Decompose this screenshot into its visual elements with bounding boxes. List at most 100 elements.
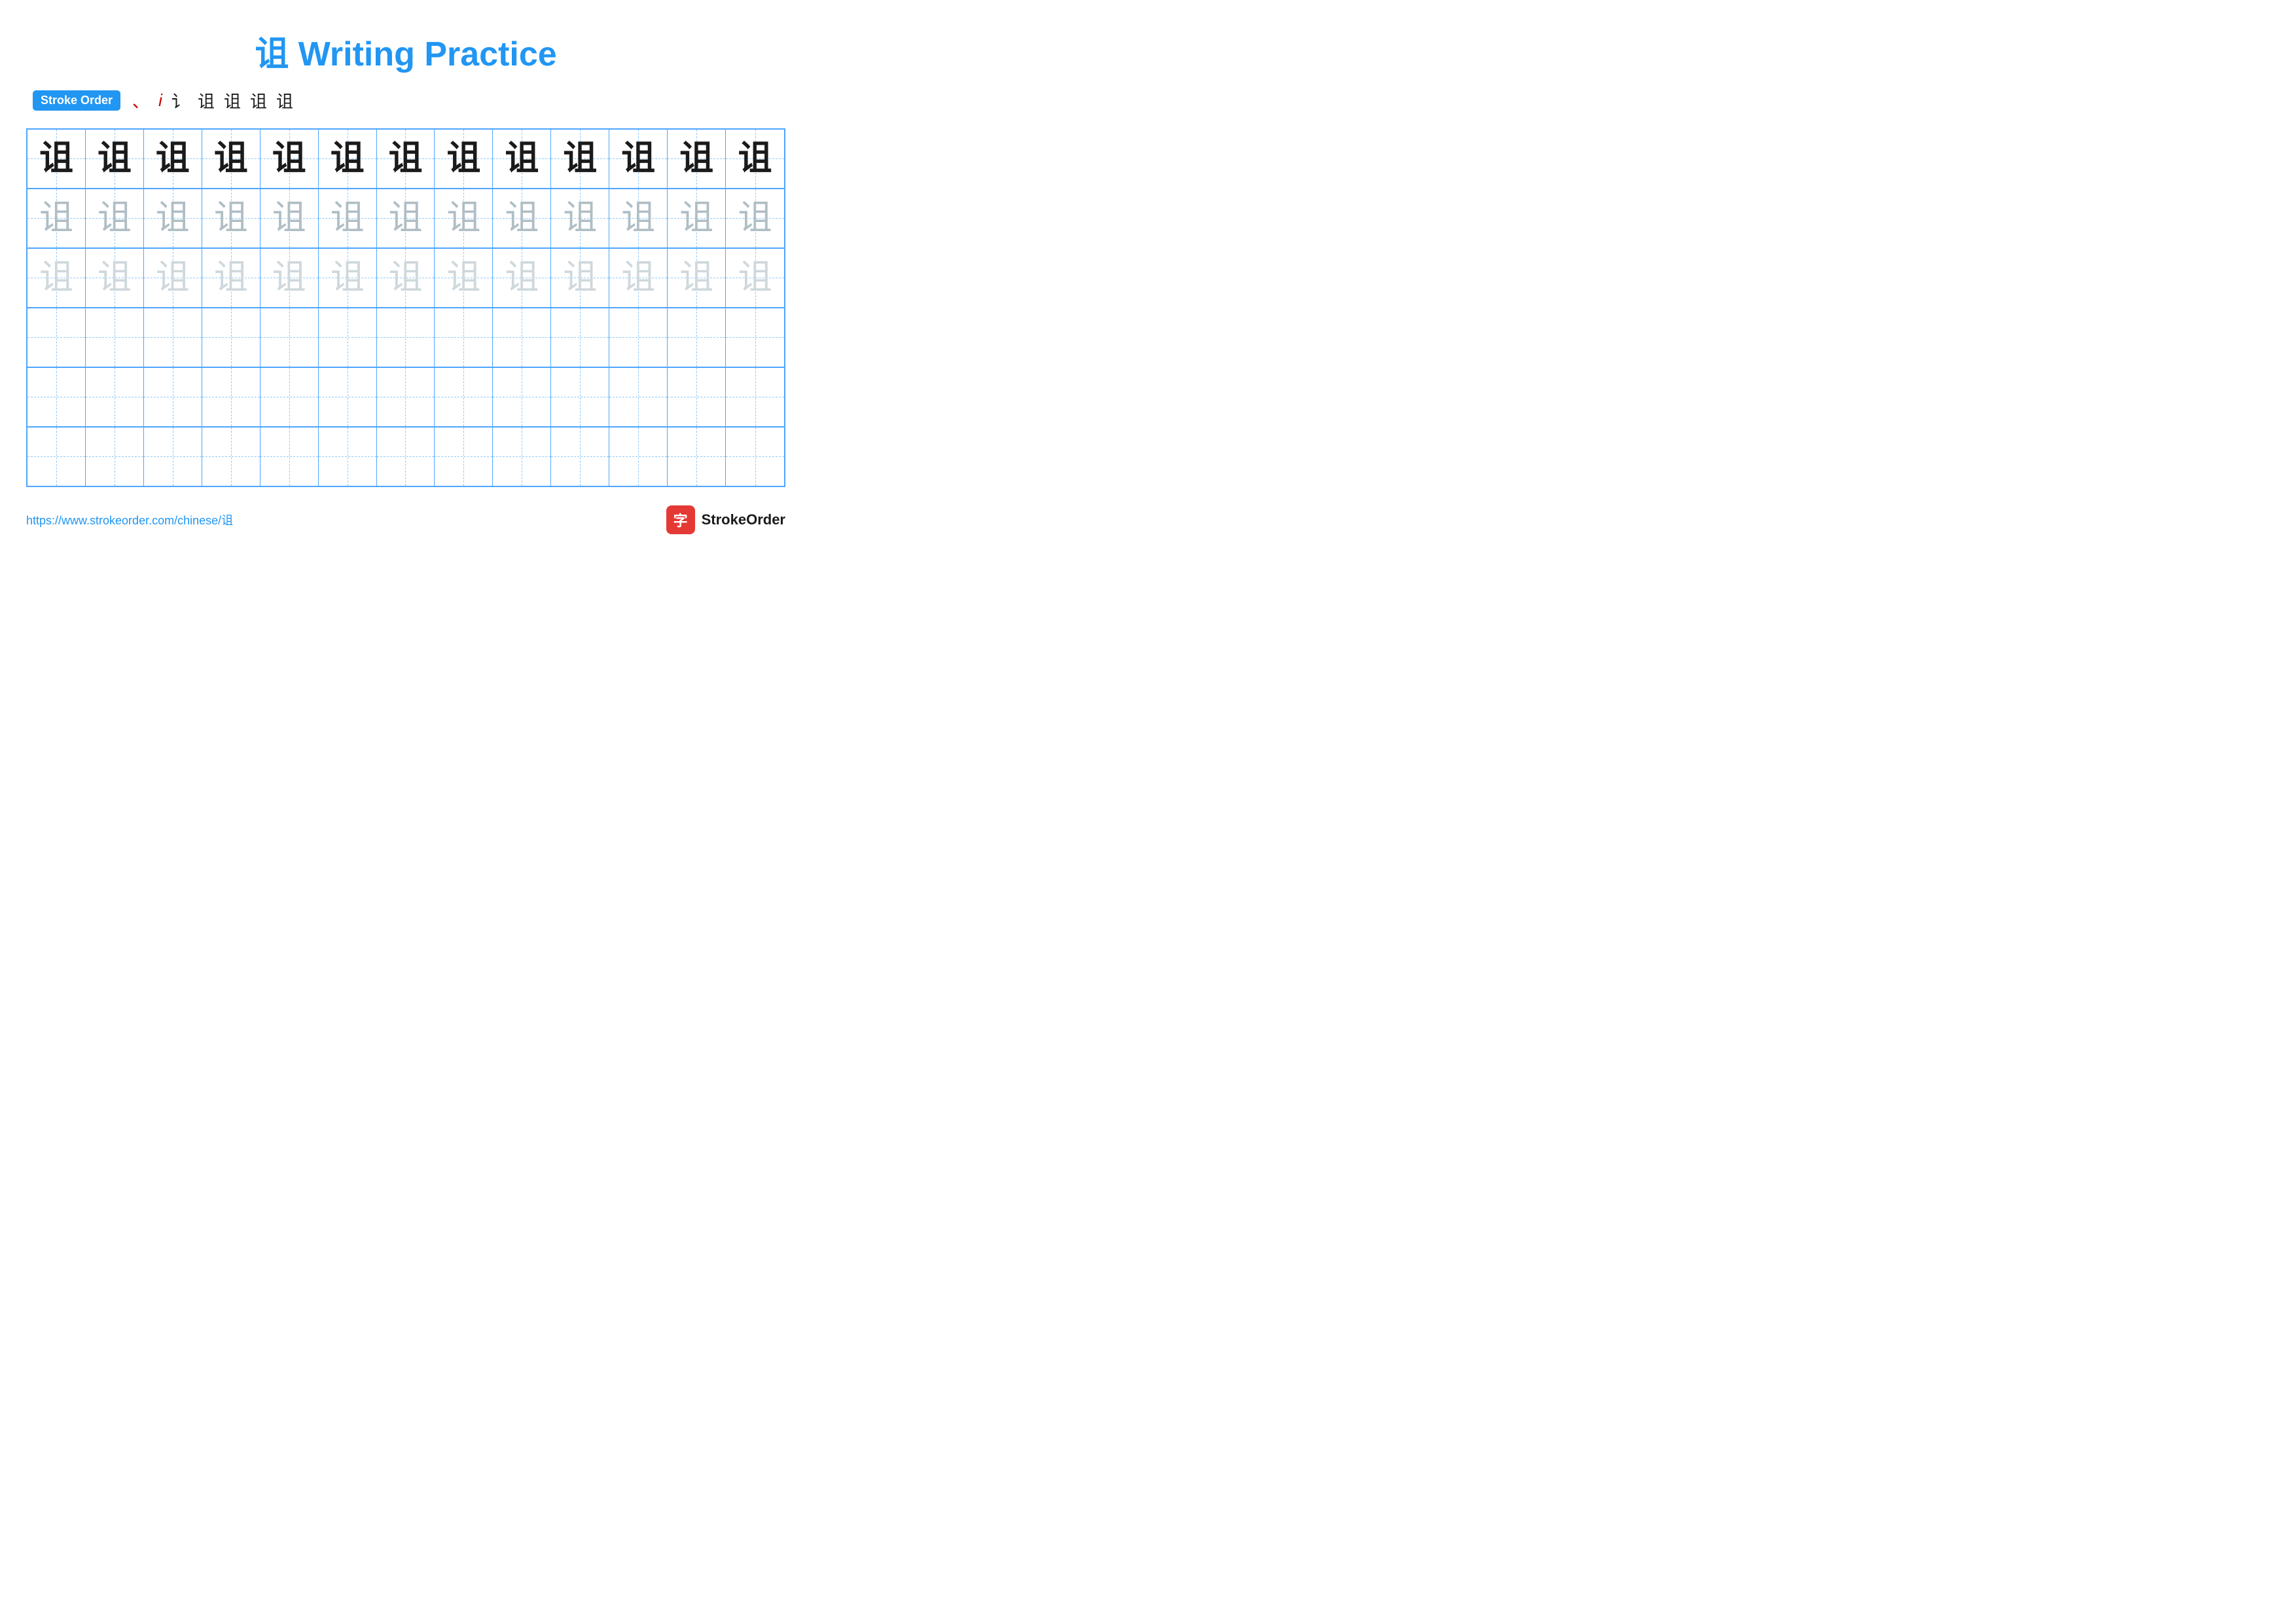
brand-name: StrokeOrder [702, 511, 785, 528]
grid-cell: 诅 [86, 189, 144, 247]
cell-char: 诅 [388, 201, 422, 235]
grid-cell: 诅 [726, 249, 784, 307]
stroke-steps: 、 i 讠 诅 诅 诅 诅 [132, 88, 293, 113]
grid-cell: 诅 [609, 249, 668, 307]
cell-char: 诅 [156, 141, 190, 175]
cell-char: 诅 [505, 261, 539, 295]
cell-char: 诅 [621, 141, 655, 175]
stroke-step-3: 讠 [171, 88, 188, 113]
stroke-step-5: 诅 [224, 88, 241, 113]
grid-cell: 诅 [319, 189, 377, 247]
grid-cell: 诅 [609, 189, 668, 247]
stroke-order-row: Stroke Order 、 i 讠 诅 诅 诅 诅 [26, 88, 785, 113]
grid-cell[interactable] [435, 368, 493, 426]
grid-cell[interactable] [668, 368, 726, 426]
cell-char: 诅 [679, 261, 713, 295]
grid-cell: 诅 [726, 130, 784, 188]
grid-cell[interactable] [551, 368, 609, 426]
grid-cell: 诅 [319, 130, 377, 188]
grid-cell[interactable] [726, 428, 784, 486]
grid-cell[interactable] [377, 368, 435, 426]
grid-cell[interactable] [609, 428, 668, 486]
grid-cell[interactable] [493, 428, 551, 486]
cell-char: 诅 [331, 141, 365, 175]
grid-cell[interactable] [551, 428, 609, 486]
grid-row: 诅诅诅诅诅诅诅诅诅诅诅诅诅 [27, 130, 784, 189]
grid-cell[interactable] [377, 308, 435, 367]
grid-cell: 诅 [609, 130, 668, 188]
grid-cell[interactable] [319, 368, 377, 426]
stroke-step-6: 诅 [250, 88, 267, 113]
grid-cell: 诅 [377, 249, 435, 307]
grid-cell: 诅 [144, 249, 202, 307]
grid-cell: 诅 [86, 249, 144, 307]
cell-char: 诅 [679, 201, 713, 235]
grid-cell: 诅 [27, 189, 86, 247]
grid-cell: 诅 [668, 130, 726, 188]
grid-cell[interactable] [319, 308, 377, 367]
grid-cell[interactable] [726, 308, 784, 367]
grid-cell[interactable] [435, 308, 493, 367]
grid-cell[interactable] [609, 308, 668, 367]
brand-icon: 字 [666, 505, 695, 534]
grid-cell[interactable] [260, 428, 319, 486]
grid-cell[interactable] [144, 368, 202, 426]
grid-cell[interactable] [609, 368, 668, 426]
cell-char: 诅 [214, 141, 248, 175]
cell-char: 诅 [446, 261, 480, 295]
cell-char: 诅 [738, 201, 772, 235]
grid-cell: 诅 [668, 249, 726, 307]
cell-char: 诅 [214, 261, 248, 295]
grid-cell: 诅 [319, 249, 377, 307]
cell-char: 诅 [505, 201, 539, 235]
grid-row: 诅诅诅诅诅诅诅诅诅诅诅诅诅 [27, 249, 784, 308]
website-link[interactable]: https://www.strokeorder.com/chinese/诅 [26, 511, 233, 528]
grid-cell[interactable] [144, 428, 202, 486]
grid-cell[interactable] [668, 308, 726, 367]
grid-cell: 诅 [377, 189, 435, 247]
stroke-step-7: 诅 [276, 88, 293, 113]
grid-cell[interactable] [668, 428, 726, 486]
grid-cell: 诅 [144, 189, 202, 247]
stroke-step-2: i [158, 90, 162, 111]
grid-cell[interactable] [260, 368, 319, 426]
grid-cell[interactable] [202, 368, 260, 426]
cell-char: 诅 [738, 141, 772, 175]
grid-cell[interactable] [27, 428, 86, 486]
grid-cell[interactable] [493, 308, 551, 367]
grid-cell[interactable] [202, 308, 260, 367]
grid-cell[interactable] [493, 368, 551, 426]
grid-cell[interactable] [377, 428, 435, 486]
grid-cell[interactable] [27, 308, 86, 367]
grid-cell: 诅 [260, 189, 319, 247]
cell-char: 诅 [156, 261, 190, 295]
stroke-step-4: 诅 [198, 88, 215, 113]
grid-cell: 诅 [260, 130, 319, 188]
cell-char: 诅 [621, 261, 655, 295]
grid-cell[interactable] [319, 428, 377, 486]
grid-row [27, 308, 784, 368]
grid-cell[interactable] [27, 368, 86, 426]
grid-cell[interactable] [551, 308, 609, 367]
grid-cell[interactable] [86, 428, 144, 486]
cell-char: 诅 [388, 261, 422, 295]
cell-char: 诅 [272, 261, 306, 295]
grid-cell[interactable] [435, 428, 493, 486]
grid-cell: 诅 [551, 249, 609, 307]
grid-cell[interactable] [86, 308, 144, 367]
stroke-order-badge: Stroke Order [33, 90, 120, 111]
practice-grid: 诅诅诅诅诅诅诅诅诅诅诅诅诅诅诅诅诅诅诅诅诅诅诅诅诅诅诅诅诅诅诅诅诅诅诅诅诅诅诅 [26, 128, 785, 487]
grid-cell[interactable] [726, 368, 784, 426]
grid-cell: 诅 [202, 249, 260, 307]
grid-row: 诅诅诅诅诅诅诅诅诅诅诅诅诅 [27, 189, 784, 249]
grid-cell[interactable] [202, 428, 260, 486]
cell-char: 诅 [446, 141, 480, 175]
grid-cell: 诅 [202, 130, 260, 188]
grid-cell[interactable] [260, 308, 319, 367]
page-title: 诅 Writing Practice [26, 26, 785, 75]
grid-cell: 诅 [377, 130, 435, 188]
grid-cell[interactable] [144, 308, 202, 367]
grid-cell[interactable] [86, 368, 144, 426]
cell-char: 诅 [621, 201, 655, 235]
cell-char: 诅 [272, 201, 306, 235]
